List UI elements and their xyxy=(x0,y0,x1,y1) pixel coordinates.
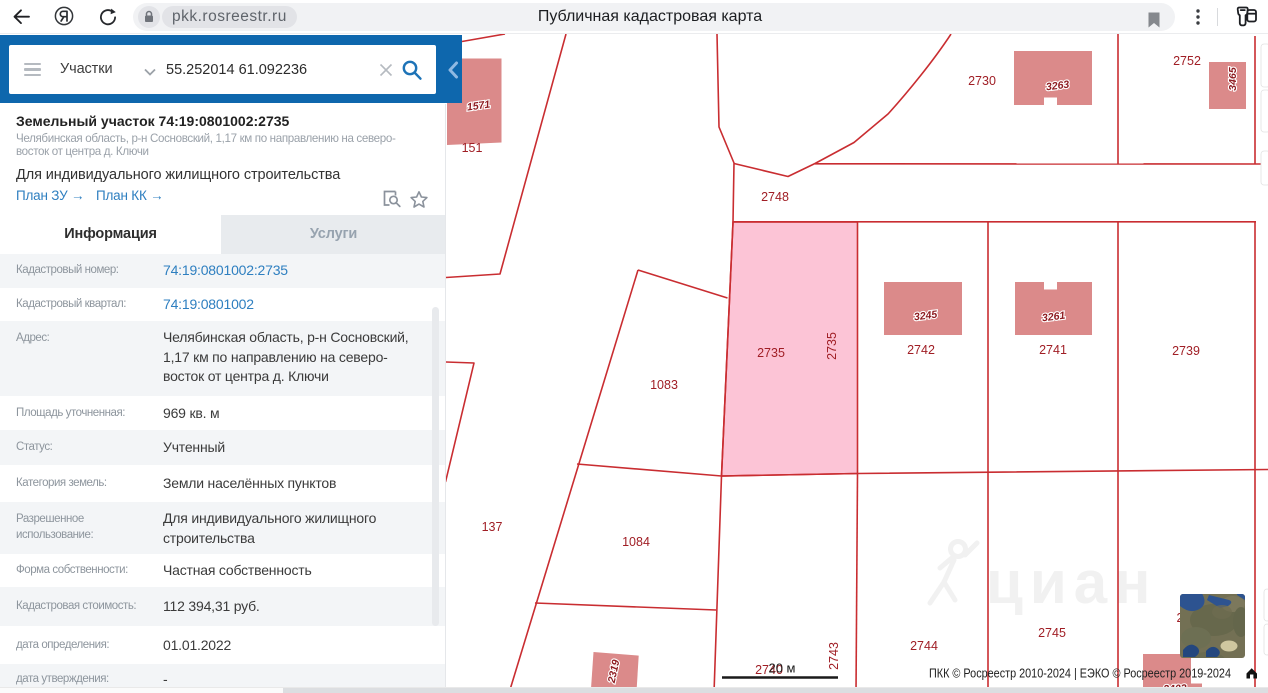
parcel-title: Земельный участок 74:19:0801002:2735 xyxy=(16,113,290,129)
security-chip[interactable] xyxy=(138,6,160,28)
table-row: дата определения: 01.01.2022 xyxy=(0,626,445,664)
parcel-label-2735: 2735 xyxy=(757,346,785,360)
table-row: Категория земель: Земли населённых пункто… xyxy=(0,465,445,502)
table-row: Кадастровая стоимость: 112 394,31 руб. xyxy=(0,586,445,626)
parcel-label-2741: 2741 xyxy=(1039,343,1067,357)
chevron-down-icon[interactable] xyxy=(143,67,157,77)
plan-zu-link[interactable]: План ЗУ → xyxy=(16,188,85,203)
row-value: Для индивидуального жилищного строительс… xyxy=(163,510,377,546)
parcel-label-2742: 2742 xyxy=(907,343,935,357)
row-value: Частная собственность xyxy=(163,561,312,578)
building-3263[interactable] xyxy=(1014,51,1092,105)
row-label: Форма собственности: xyxy=(16,563,128,576)
parcel-label-2739: 2739 xyxy=(1172,344,1200,358)
browser-window: циан 151 2730 2752 2748 2735 2735 1083 1… xyxy=(0,0,1268,693)
favorite-star-icon[interactable] xyxy=(409,190,429,210)
row-value: 01.01.2022 xyxy=(163,636,232,653)
row-label: Площадь уточненная: xyxy=(16,406,125,419)
parcel-info-panel: Земельный участок 74:19:0801002:2735 Чел… xyxy=(0,104,446,693)
svg-text:20 м: 20 м xyxy=(768,661,795,676)
parcel-attributes-table: Кадастровый номер: 74:19:0801002:2735 Када… xyxy=(0,254,445,693)
back-icon[interactable] xyxy=(13,8,31,26)
ya-letter xyxy=(59,10,68,22)
table-row: Кадастровый квартал: 74:19:0801002 xyxy=(0,288,445,322)
row-value-link[interactable]: 74:19:0801002 xyxy=(163,295,435,315)
panel-tabs: Информация Услуги xyxy=(0,215,445,254)
parcel-label-1083: 1083 xyxy=(650,378,678,392)
parcel-label-2745: 2745 xyxy=(1038,626,1066,640)
menu-icon[interactable] xyxy=(24,63,41,77)
row-label: Кадастровая стоимость: xyxy=(16,599,137,612)
row-label: Адрес: xyxy=(16,332,50,344)
row-label: Статус: xyxy=(16,441,53,453)
building-label-3465: 3465 xyxy=(1227,67,1239,91)
row-value: 969 кв. м xyxy=(163,404,220,421)
search-category-select[interactable]: Участки xyxy=(60,45,113,94)
url-text: pkk.rosreestr.ru xyxy=(172,8,287,25)
parcel-address-subtitle: Челябинская область, р-н Сосновский, 1,1… xyxy=(16,131,396,159)
row-label: Категория земель: xyxy=(16,477,107,489)
map-attribution: ПКК © Росреестр 2010-2024 | ЕЭКО © Росре… xyxy=(929,667,1231,681)
horizontal-scrollbar-thumb[interactable] xyxy=(283,688,1268,693)
bookmark-icon[interactable] xyxy=(1146,11,1162,29)
overview-map-thumbnail[interactable] xyxy=(1180,592,1249,668)
browser-toolbar: Публичная кадастровая карта pkk.rosreest… xyxy=(0,0,1268,34)
toolbar-divider xyxy=(1217,8,1218,26)
table-row: Площадь уточненная: 969 кв. м xyxy=(0,396,445,430)
parcel-label-1084: 1084 xyxy=(622,535,650,549)
domain-chip[interactable]: pkk.rosreestr.ru xyxy=(162,6,297,28)
table-row: Разрешенное использование: Для индивидуал… xyxy=(0,502,445,554)
address-bar[interactable]: Публичная кадастровая карта pkk.rosreest… xyxy=(133,3,1175,31)
refresh-icon[interactable] xyxy=(99,8,117,26)
row-value: 112 394,31 руб. xyxy=(163,597,260,614)
yandex-icon[interactable] xyxy=(54,6,74,26)
parcel-usage-text: Для индивидуального жилищного строительс… xyxy=(16,166,341,183)
parcel-label-2730: 2730 xyxy=(968,74,996,88)
plan-preview-icon[interactable] xyxy=(383,190,403,210)
row-label: дата определения: xyxy=(16,638,110,651)
tabs-panel-icon[interactable] xyxy=(1230,4,1257,31)
search-input[interactable]: 55.252014 61.092236 xyxy=(166,45,307,94)
search-box: Участки 55.252014 61.092236 xyxy=(9,45,436,94)
table-row: Форма собственности: Частная собственност… xyxy=(0,554,445,587)
horizontal-scrollbar[interactable] xyxy=(0,687,1268,693)
clear-icon[interactable] xyxy=(379,63,393,77)
tab-information[interactable]: Информация xyxy=(0,215,221,254)
table-row: Статус: Учтенный xyxy=(0,430,445,465)
table-row: Кадастровый номер: 74:19:0801002:2735 xyxy=(0,254,445,288)
parcel-label-2743: 2743 xyxy=(827,642,841,670)
row-value-link[interactable]: 74:19:0801002:2735 xyxy=(163,261,435,281)
row-label: Разрешенное использование: xyxy=(16,513,94,541)
parcel-label-137: 137 xyxy=(482,520,503,534)
svg-text:циан: циан xyxy=(986,549,1157,616)
building-3261[interactable] xyxy=(1015,282,1092,335)
lock-icon xyxy=(145,10,153,22)
row-value: Земли населённых пунктов xyxy=(163,475,337,491)
parcel-label-2752: 2752 xyxy=(1173,54,1201,68)
table-row: Адрес: Челябинская область, р-н Сосновски… xyxy=(0,321,445,396)
search-panel: Участки 55.252014 61.092236 xyxy=(0,35,462,103)
plan-kk-link[interactable]: План КК → xyxy=(96,188,164,203)
row-value: Учтенный xyxy=(163,439,225,455)
parcel-label-2748: 2748 xyxy=(761,190,789,204)
row-label: Кадастровый номер: xyxy=(16,264,119,277)
building-3245[interactable] xyxy=(884,282,962,335)
parcel-label-2744: 2744 xyxy=(910,639,938,653)
tab-services[interactable]: Услуги xyxy=(221,215,445,254)
browser-menu-icon[interactable] xyxy=(1190,4,1206,30)
row-value: Челябинская область, р-н Сосновский, 1,1… xyxy=(163,329,409,384)
search-icon[interactable] xyxy=(399,57,425,83)
panel-scrollbar[interactable] xyxy=(431,307,439,626)
row-label: Кадастровый квартал: xyxy=(16,297,126,310)
collapse-panel-icon[interactable] xyxy=(447,61,459,79)
row-label: дата утверждения: xyxy=(16,672,109,685)
parcel-label-151: 151 xyxy=(462,141,483,155)
parcel-label-2735: 2735 xyxy=(825,332,839,360)
